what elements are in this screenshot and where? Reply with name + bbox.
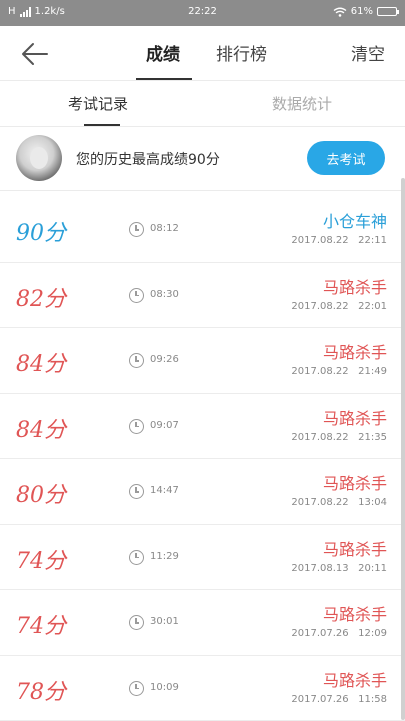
best-score-text: 您的历史最高成绩90分 <box>76 149 220 169</box>
record-date: 2017.08.22 21:35 <box>291 432 387 443</box>
record-date: 2017.08.22 22:01 <box>291 301 387 312</box>
record-title: 马路杀手 <box>323 667 387 691</box>
clock-icon <box>129 419 144 434</box>
record-row[interactable]: 84分 09:07 马路杀手 2017.08.22 21:35 <box>0 394 405 460</box>
record-row[interactable]: 78分 10:09 马路杀手 2017.07.26 11:58 <box>0 656 405 721</box>
record-duration: 30:01 <box>150 616 179 627</box>
record-row[interactable]: 82分 08:30 马路杀手 2017.08.22 22:01 <box>0 263 405 329</box>
record-date: 2017.08.22 13:04 <box>291 497 387 508</box>
record-title: 马路杀手 <box>323 601 387 625</box>
record-duration: 09:07 <box>150 420 179 431</box>
record-date: 2017.08.22 22:11 <box>291 235 387 246</box>
record-title: 马路杀手 <box>323 536 387 560</box>
record-score: 84分 <box>16 412 66 444</box>
record-score: 74分 <box>16 543 66 575</box>
sub-tab-bar: 考试记录 数据统计 <box>0 81 405 127</box>
clock-icon <box>129 550 144 565</box>
record-title: 马路杀手 <box>323 470 387 494</box>
scrollbar[interactable] <box>401 178 405 720</box>
clock-icon <box>129 288 144 303</box>
record-date: 2017.07.26 11:58 <box>291 694 387 705</box>
record-row[interactable]: 90分 08:12 小仓车神 2017.08.22 22:11 <box>0 197 405 263</box>
record-duration: 08:30 <box>150 289 179 300</box>
back-arrow-icon[interactable] <box>20 40 50 68</box>
clock-icon <box>129 353 144 368</box>
exam-records-list: 90分 08:12 小仓车神 2017.08.22 22:11 82分 08:30 马路杀手… <box>0 197 405 721</box>
tab-data-statistics[interactable]: 数据统计 <box>272 93 332 114</box>
clock-icon <box>129 222 144 237</box>
record-title: 马路杀手 <box>323 274 387 298</box>
record-duration: 10:09 <box>150 682 179 693</box>
record-row[interactable]: 74分 30:01 马路杀手 2017.07.26 12:09 <box>0 590 405 656</box>
clock-icon <box>129 681 144 696</box>
record-title: 马路杀手 <box>323 405 387 429</box>
clear-button[interactable]: 清空 <box>351 40 385 65</box>
record-row[interactable]: 84分 09:26 马路杀手 2017.08.22 21:49 <box>0 328 405 394</box>
record-score: 80分 <box>16 477 66 509</box>
record-date: 2017.07.26 12:09 <box>291 628 387 639</box>
tab-score[interactable]: 成绩 <box>146 40 180 65</box>
avatar <box>16 135 62 181</box>
tab-exam-records[interactable]: 考试记录 <box>68 93 128 114</box>
record-score: 84分 <box>16 346 66 378</box>
wifi-icon <box>333 7 347 17</box>
record-row[interactable]: 74分 11:29 马路杀手 2017.08.13 20:11 <box>0 525 405 591</box>
tab-active-indicator <box>136 78 192 80</box>
record-duration: 08:12 <box>150 223 179 234</box>
record-score: 78分 <box>16 674 66 706</box>
status-bar: H 1.2k/s 22:22 61% <box>0 0 405 26</box>
battery-icon <box>377 7 397 16</box>
subtab-active-indicator <box>84 124 120 126</box>
record-title: 小仓车神 <box>323 208 387 232</box>
record-duration: 09:26 <box>150 354 179 365</box>
record-duration: 11:29 <box>150 551 179 562</box>
avatar-face <box>30 147 48 169</box>
record-score: 74分 <box>16 608 66 640</box>
clock-icon <box>129 484 144 499</box>
status-right: 61% <box>333 6 397 17</box>
record-duration: 14:47 <box>150 485 179 496</box>
go-exam-button[interactable]: 去考试 <box>307 141 385 175</box>
tab-ranking[interactable]: 排行榜 <box>216 40 267 65</box>
record-title: 马路杀手 <box>323 339 387 363</box>
record-date: 2017.08.13 20:11 <box>291 563 387 574</box>
clock-icon <box>129 615 144 630</box>
record-date: 2017.08.22 21:49 <box>291 366 387 377</box>
record-score: 90分 <box>16 215 66 247</box>
top-nav-bar: 成绩 排行榜 清空 <box>0 26 405 81</box>
battery-percent: 61% <box>351 6 373 17</box>
record-score: 82分 <box>16 281 66 313</box>
record-row[interactable]: 80分 14:47 马路杀手 2017.08.22 13:04 <box>0 459 405 525</box>
